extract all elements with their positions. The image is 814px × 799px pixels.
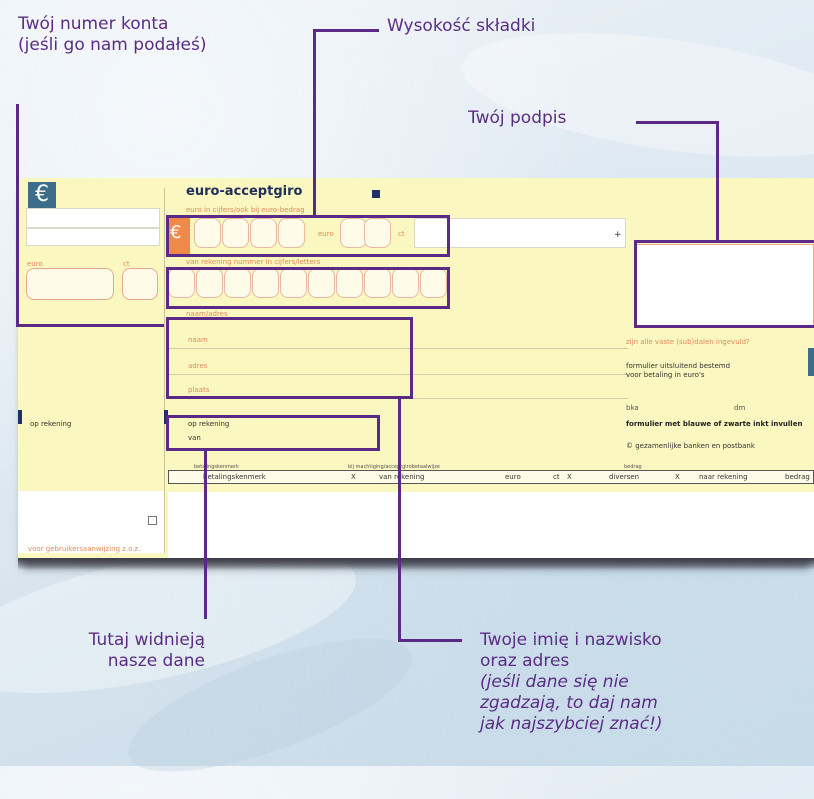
ink-notice: formulier met blauwe of zwarte inkt invu…: [626, 420, 803, 428]
amount-label: euro in cijfers/ook bij euro-bedrag: [186, 206, 305, 214]
ref-diversen: diversen: [609, 473, 640, 481]
connector-amount-h: [313, 29, 379, 32]
connector-signature-v: [716, 121, 719, 242]
ref-van-rekening: van rekening: [379, 473, 425, 481]
ref-euro: euro: [505, 473, 521, 481]
callout-name-line-1: Twoje imię i nazwisko: [480, 630, 662, 650]
question-text: zijn alle vaste (sub)dalen ingevuld?: [626, 338, 750, 346]
stub-footer-area: [18, 491, 164, 553]
connector-amount-v: [313, 29, 316, 217]
callout-our-data-line-1: Tutaj widnieją: [88, 630, 205, 650]
highlight-signature-frame: [634, 240, 814, 328]
stub-footer-text: voor gebruikersaanwijzing z.o.z.: [28, 545, 141, 553]
ref-bedrag: bedrag: [785, 473, 810, 481]
connector-signature-h: [636, 121, 718, 124]
ref-naar-rekening: naar rekening: [699, 473, 748, 481]
perforation: [164, 188, 165, 553]
callout-account-line-2: (jeśli go nam podałeś): [18, 35, 207, 55]
connector-name-v: [398, 399, 401, 641]
callout-note: (jeśli dane się nie zgadzają, to daj nam…: [480, 672, 663, 735]
stub-op-rekening: op rekening: [30, 420, 72, 428]
callout-our-data-line-2: nasze dane: [107, 651, 205, 671]
plus-sign: +: [614, 230, 622, 240]
callout-note-line-1: (jeśli dane się nie: [480, 672, 629, 692]
callout-amount: Wysokość składki: [387, 16, 536, 36]
ref-x-1: X: [351, 473, 356, 481]
callout-account: Twój numer konta (jeśli go nam podałeś): [18, 14, 206, 56]
connector-our-data: [204, 451, 207, 619]
form-title: euro-acceptgiro: [186, 184, 303, 199]
ref-ct: ct: [553, 473, 560, 481]
form-shadow: [18, 558, 814, 570]
highlight-name-frame: [166, 317, 413, 399]
stub-checkbox[interactable]: [148, 516, 157, 525]
callout-name-line-2: oraz adres: [480, 651, 570, 671]
highlight-left-frame: [16, 182, 164, 327]
callout-our-data: Tutaj widnieją nasze dane: [40, 630, 205, 672]
highlight-payee-frame: [166, 415, 380, 451]
callout-name-address: Twoje imię i nazwisko oraz adres: [480, 630, 662, 672]
form-bottom-white: [168, 492, 814, 558]
reference-row: betalingskenmerk X van rekening euro ct …: [168, 470, 814, 484]
connector-name-h: [398, 639, 462, 642]
callout-note-line-2: zgadzają, to daj nam: [480, 693, 658, 713]
instruction-line-2: voor betaling in euro's: [626, 371, 705, 379]
callout-account-line-1: Twój numer konta: [18, 14, 169, 34]
stub-marker: [18, 410, 22, 424]
ref-x-3: X: [675, 473, 680, 481]
banks-text: © gezamenlijke banken en postbank: [626, 442, 755, 450]
account-label: van rekening nummer in cijfers/letters: [186, 258, 321, 266]
ref-betalingskenmerk: betalingskenmerk: [203, 473, 266, 481]
title-square-icon: [372, 190, 380, 198]
callout-note-line-3: jak najszybciej znać!): [480, 714, 663, 734]
small-code-2: dm: [734, 404, 746, 412]
highlight-amount-frame: [166, 215, 450, 257]
instruction-line-1: formulier uitsluitend bestemd: [626, 362, 731, 370]
callout-signature: Twój podpis: [468, 108, 567, 128]
connector-account: [16, 104, 19, 184]
ref-x-2: X: [567, 473, 572, 481]
small-code-1: bka: [626, 404, 639, 412]
highlight-account-frame: [166, 267, 450, 309]
side-marker: [808, 348, 814, 376]
